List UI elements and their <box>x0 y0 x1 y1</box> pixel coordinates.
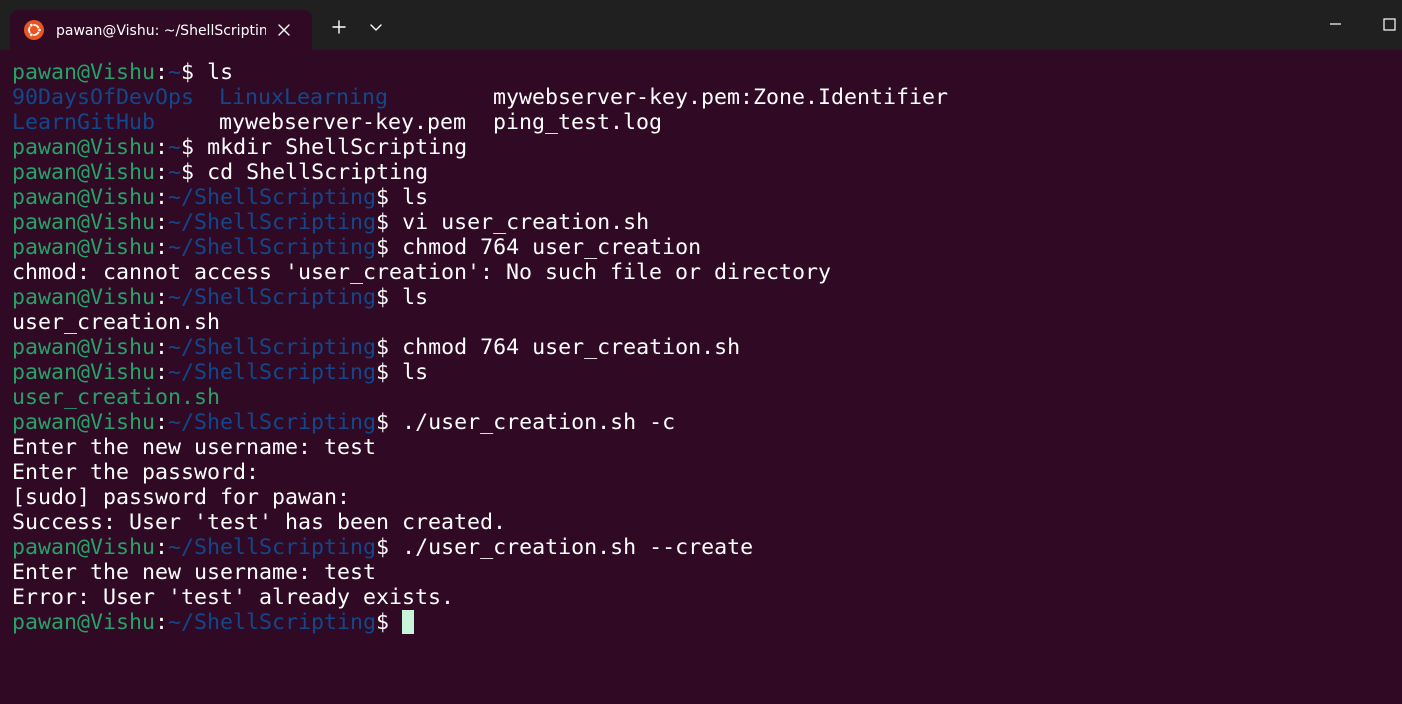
terminal-output[interactable]: pawan@Vishu:~$ ls 90DaysOfDevOps LinuxLea… <box>0 50 1402 704</box>
chevron-down-icon <box>370 24 382 31</box>
command-text: ./user_creation.sh --create <box>402 535 754 560</box>
terminal-line: pawan@Vishu:~$ cd ShellScripting <box>12 160 429 185</box>
prompt-user: pawan@Vishu <box>12 60 156 85</box>
prompt-path: ~/ShellScripting <box>168 285 377 310</box>
tab-title: pawan@Vishu: ~/ShellScripting <box>56 23 266 39</box>
prompt-user: pawan@Vishu <box>12 360 156 385</box>
terminal-line: chmod: cannot access 'user_creation': No… <box>12 260 1402 285</box>
command-text: ls <box>402 285 429 310</box>
maximize-icon <box>1383 18 1396 31</box>
terminal-line: pawan@Vishu:~$ ls <box>12 60 234 85</box>
prompt-path: ~/ShellScripting <box>168 410 377 435</box>
new-tab-button[interactable] <box>322 12 356 42</box>
command-text: chmod 764 user_creation <box>402 235 702 260</box>
prompt-path: ~/ShellScripting <box>168 610 377 635</box>
ubuntu-logo-icon <box>24 20 44 40</box>
terminal-line: Enter the new username: test <box>12 560 1402 585</box>
prompt-path: ~/ShellScripting <box>168 235 377 260</box>
prompt-user: pawan@Vishu <box>12 410 156 435</box>
prompt-user: pawan@Vishu <box>12 610 156 635</box>
dir-entry: LinuxLearning <box>219 85 389 110</box>
command-text: mkdir ShellScripting <box>207 135 468 160</box>
file-entry: mywebserver-key.pem:Zone.Identifier <box>493 85 949 110</box>
terminal-line: pawan@Vishu:~/ShellScripting$ chmod 764 … <box>12 235 702 260</box>
command-text: ls <box>207 60 234 85</box>
prompt-user: pawan@Vishu <box>12 535 156 560</box>
tab-terminal[interactable]: pawan@Vishu: ~/ShellScripting <box>10 10 312 50</box>
output-text: Success: User 'test' has been created. <box>12 510 507 535</box>
file-entry: ping_test.log <box>493 110 663 135</box>
prompt-path: ~/ShellScripting <box>168 185 377 210</box>
command-text: ls <box>402 185 429 210</box>
minimize-button[interactable] <box>1312 8 1358 42</box>
terminal-line: pawan@Vishu:~/ShellScripting$ ls <box>12 185 429 210</box>
command-text: cd ShellScripting <box>207 160 429 185</box>
terminal-line: [sudo] password for pawan: <box>12 485 1402 510</box>
terminal-line: pawan@Vishu:~$ mkdir ShellScripting <box>12 135 468 160</box>
terminal-line: 90DaysOfDevOps LinuxLearning mywebserver-k… <box>12 85 1402 110</box>
terminal-line: user_creation.sh <box>12 310 1402 335</box>
maximize-button[interactable] <box>1374 8 1402 42</box>
command-text: vi user_creation.sh <box>402 210 650 235</box>
prompt-path: ~/ShellScripting <box>168 535 377 560</box>
command-text: ls <box>402 360 429 385</box>
terminal-line: pawan@Vishu:~/ShellScripting$ vi user_cr… <box>12 210 650 235</box>
output-text: Enter the password: <box>12 460 260 485</box>
prompt-user: pawan@Vishu <box>12 210 156 235</box>
dir-entry: 90DaysOfDevOps <box>12 85 195 110</box>
terminal-line: pawan@Vishu:~/ShellScripting$ ./user_cre… <box>12 410 676 435</box>
prompt-path: ~/ShellScripting <box>168 360 377 385</box>
prompt-user: pawan@Vishu <box>12 160 156 185</box>
prompt-user: pawan@Vishu <box>12 185 156 210</box>
terminal-line: Error: User 'test' already exists. <box>12 585 1402 610</box>
close-icon[interactable] <box>274 20 294 40</box>
terminal-line: pawan@Vishu:~/ShellScripting$ ls <box>12 360 429 385</box>
prompt-user: pawan@Vishu <box>12 235 156 260</box>
terminal-line: Enter the new username: test <box>12 435 1402 460</box>
dir-entry: LearnGitHub <box>12 110 156 135</box>
file-entry: user_creation.sh <box>12 310 221 335</box>
prompt-user: pawan@Vishu <box>12 335 156 360</box>
prompt-user: pawan@Vishu <box>12 135 156 160</box>
terminal-line: pawan@Vishu:~/ShellScripting$ ./user_cre… <box>12 535 754 560</box>
text-cursor <box>402 610 415 634</box>
prompt-user: pawan@Vishu <box>12 285 156 310</box>
output-text: Error: User 'test' already exists. <box>12 585 455 610</box>
output-text: [sudo] password for pawan: <box>12 485 351 510</box>
plus-icon <box>332 20 346 34</box>
executable-file-entry: user_creation.sh <box>12 385 221 410</box>
title-bar: pawan@Vishu: ~/ShellScripting <box>0 0 1402 50</box>
prompt-path: ~ <box>168 160 182 185</box>
output-text: chmod: cannot access 'user_creation': No… <box>12 260 832 285</box>
terminal-line: Enter the password: <box>12 460 1402 485</box>
terminal-line: user_creation.sh <box>12 385 1402 410</box>
terminal-line: pawan@Vishu:~/ShellScripting$ ls <box>12 285 429 310</box>
command-text: ./user_creation.sh -c <box>402 410 676 435</box>
command-text: chmod 764 user_creation.sh <box>402 335 741 360</box>
terminal-window: pawan@Vishu: ~/ShellScripting pawan@Vish… <box>0 0 1402 704</box>
minimize-icon <box>1330 23 1341 25</box>
file-entry: mywebserver-key.pem <box>219 110 467 135</box>
prompt-path: ~ <box>168 60 182 85</box>
output-text: Enter the new username: test <box>12 560 377 585</box>
prompt-path: ~ <box>168 135 182 160</box>
terminal-line: pawan@Vishu:~/ShellScripting$ chmod 764 … <box>12 335 741 360</box>
terminal-line: Success: User 'test' has been created. <box>12 510 1402 535</box>
prompt-path: ~/ShellScripting <box>168 210 377 235</box>
terminal-line-active-prompt[interactable]: pawan@Vishu:~/ShellScripting$ <box>12 610 1402 635</box>
prompt-path: ~/ShellScripting <box>168 335 377 360</box>
terminal-line: LearnGitHub mywebserver-key.pem ping_test.… <box>12 110 1402 135</box>
tab-dropdown-button[interactable] <box>360 12 392 42</box>
output-text: Enter the new username: test <box>12 435 377 460</box>
